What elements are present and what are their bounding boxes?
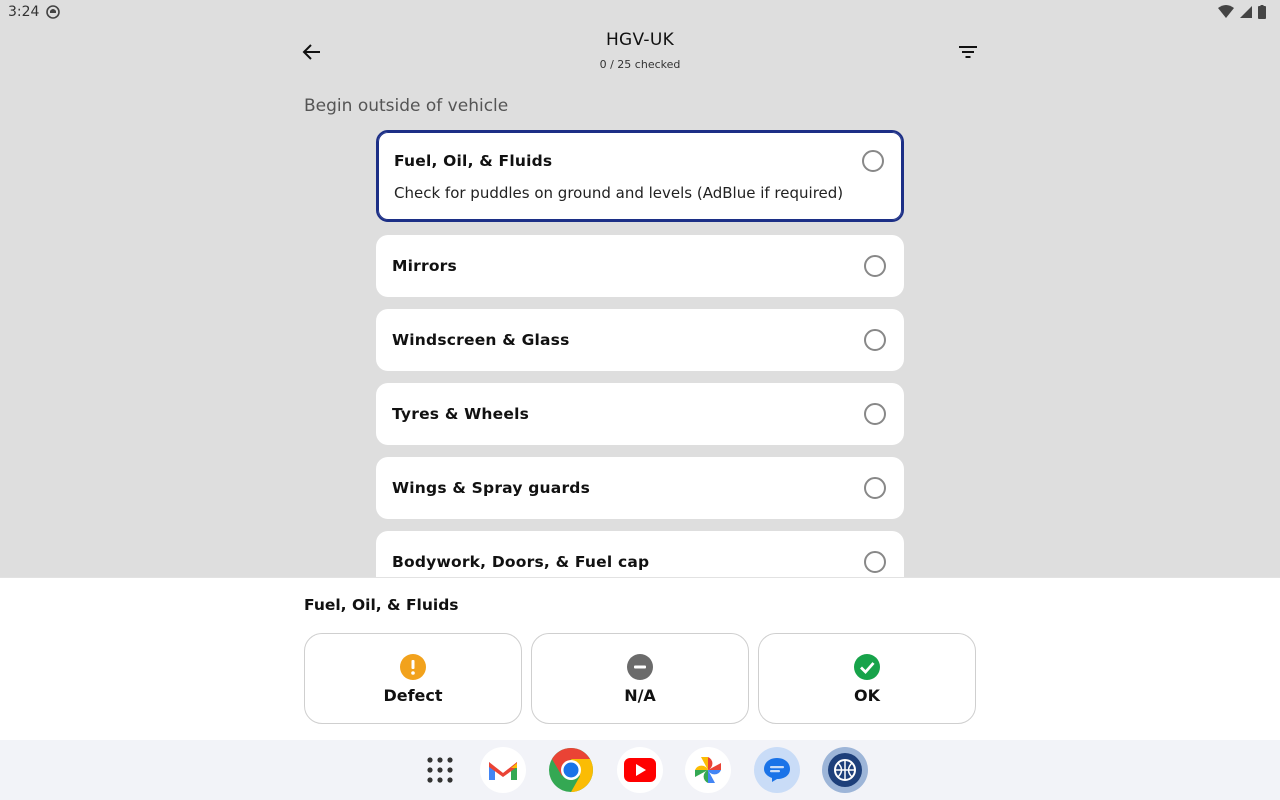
page-title: HGV-UK — [605, 30, 675, 50]
checklist-app[interactable] — [822, 747, 868, 793]
grid-icon — [427, 757, 453, 783]
filter-icon — [959, 46, 977, 58]
gmail-icon — [489, 762, 517, 780]
checklist-item-fuel-oil-fluids[interactable]: Fuel, Oil, & Fluids Check for puddles on… — [376, 130, 904, 222]
youtube-icon — [624, 758, 656, 782]
ok-button[interactable]: OK — [758, 633, 976, 724]
pinwheel-icon — [695, 757, 721, 783]
radio-button[interactable] — [864, 403, 886, 425]
taskbar — [0, 740, 1280, 800]
current-item-title: Fuel, Oil, & Fluids — [304, 596, 459, 614]
na-button[interactable]: N/A — [531, 633, 749, 724]
check-icon — [854, 654, 880, 680]
checklist-area[interactable]: HGV-UK 0 / 25 checked Begin outside of v… — [0, 0, 1280, 577]
top-app-bar: HGV-UK 0 / 25 checked — [0, 24, 1280, 80]
defect-label: Defect — [383, 686, 443, 705]
checklist-item-title: Fuel, Oil, & Fluids — [394, 152, 553, 170]
warning-icon — [400, 654, 426, 680]
radio-button[interactable] — [864, 477, 886, 499]
chrome-app[interactable] — [548, 747, 594, 793]
checklist-item-wings-spray-guards[interactable]: Wings & Spray guards — [376, 457, 904, 519]
globe-app-icon — [828, 753, 862, 787]
gmail-app[interactable] — [480, 747, 526, 793]
progress-count: 0 / 25 checked — [599, 58, 681, 71]
radio-button[interactable] — [864, 255, 886, 277]
checklist-item-title: Tyres & Wheels — [392, 405, 530, 423]
minus-icon — [627, 654, 653, 680]
ok-label: OK — [854, 686, 880, 705]
app-drawer-button[interactable] — [417, 747, 463, 793]
na-label: N/A — [624, 686, 656, 705]
defect-button[interactable]: Defect — [304, 633, 522, 724]
checklist-item-title: Bodywork, Doors, & Fuel cap — [392, 553, 650, 571]
checklist-item-windscreen-glass[interactable]: Windscreen & Glass — [376, 309, 904, 371]
checklist-item-title: Windscreen & Glass — [392, 331, 570, 349]
filter-button[interactable] — [952, 36, 984, 68]
action-panel: Fuel, Oil, & Fluids Defect N/A OK — [0, 577, 1280, 740]
checklist-item-mirrors[interactable]: Mirrors — [376, 235, 904, 297]
checklist-item-bodywork-doors-fuel-cap[interactable]: Bodywork, Doors, & Fuel cap — [376, 531, 904, 577]
photos-app[interactable] — [685, 747, 731, 793]
checklist-item-title: Wings & Spray guards — [392, 479, 591, 497]
checklist-item-title: Mirrors — [392, 257, 457, 275]
messages-app[interactable] — [754, 747, 800, 793]
radio-button[interactable] — [862, 150, 884, 172]
radio-button[interactable] — [864, 551, 886, 573]
radio-button[interactable] — [864, 329, 886, 351]
checklist-item-description: Check for puddles on ground and levels (… — [394, 184, 844, 202]
checklist-item-tyres-wheels[interactable]: Tyres & Wheels — [376, 383, 904, 445]
section-heading: Begin outside of vehicle — [304, 96, 509, 116]
chrome-icon — [549, 748, 593, 792]
chat-bubble-icon — [764, 758, 790, 782]
youtube-app[interactable] — [617, 747, 663, 793]
